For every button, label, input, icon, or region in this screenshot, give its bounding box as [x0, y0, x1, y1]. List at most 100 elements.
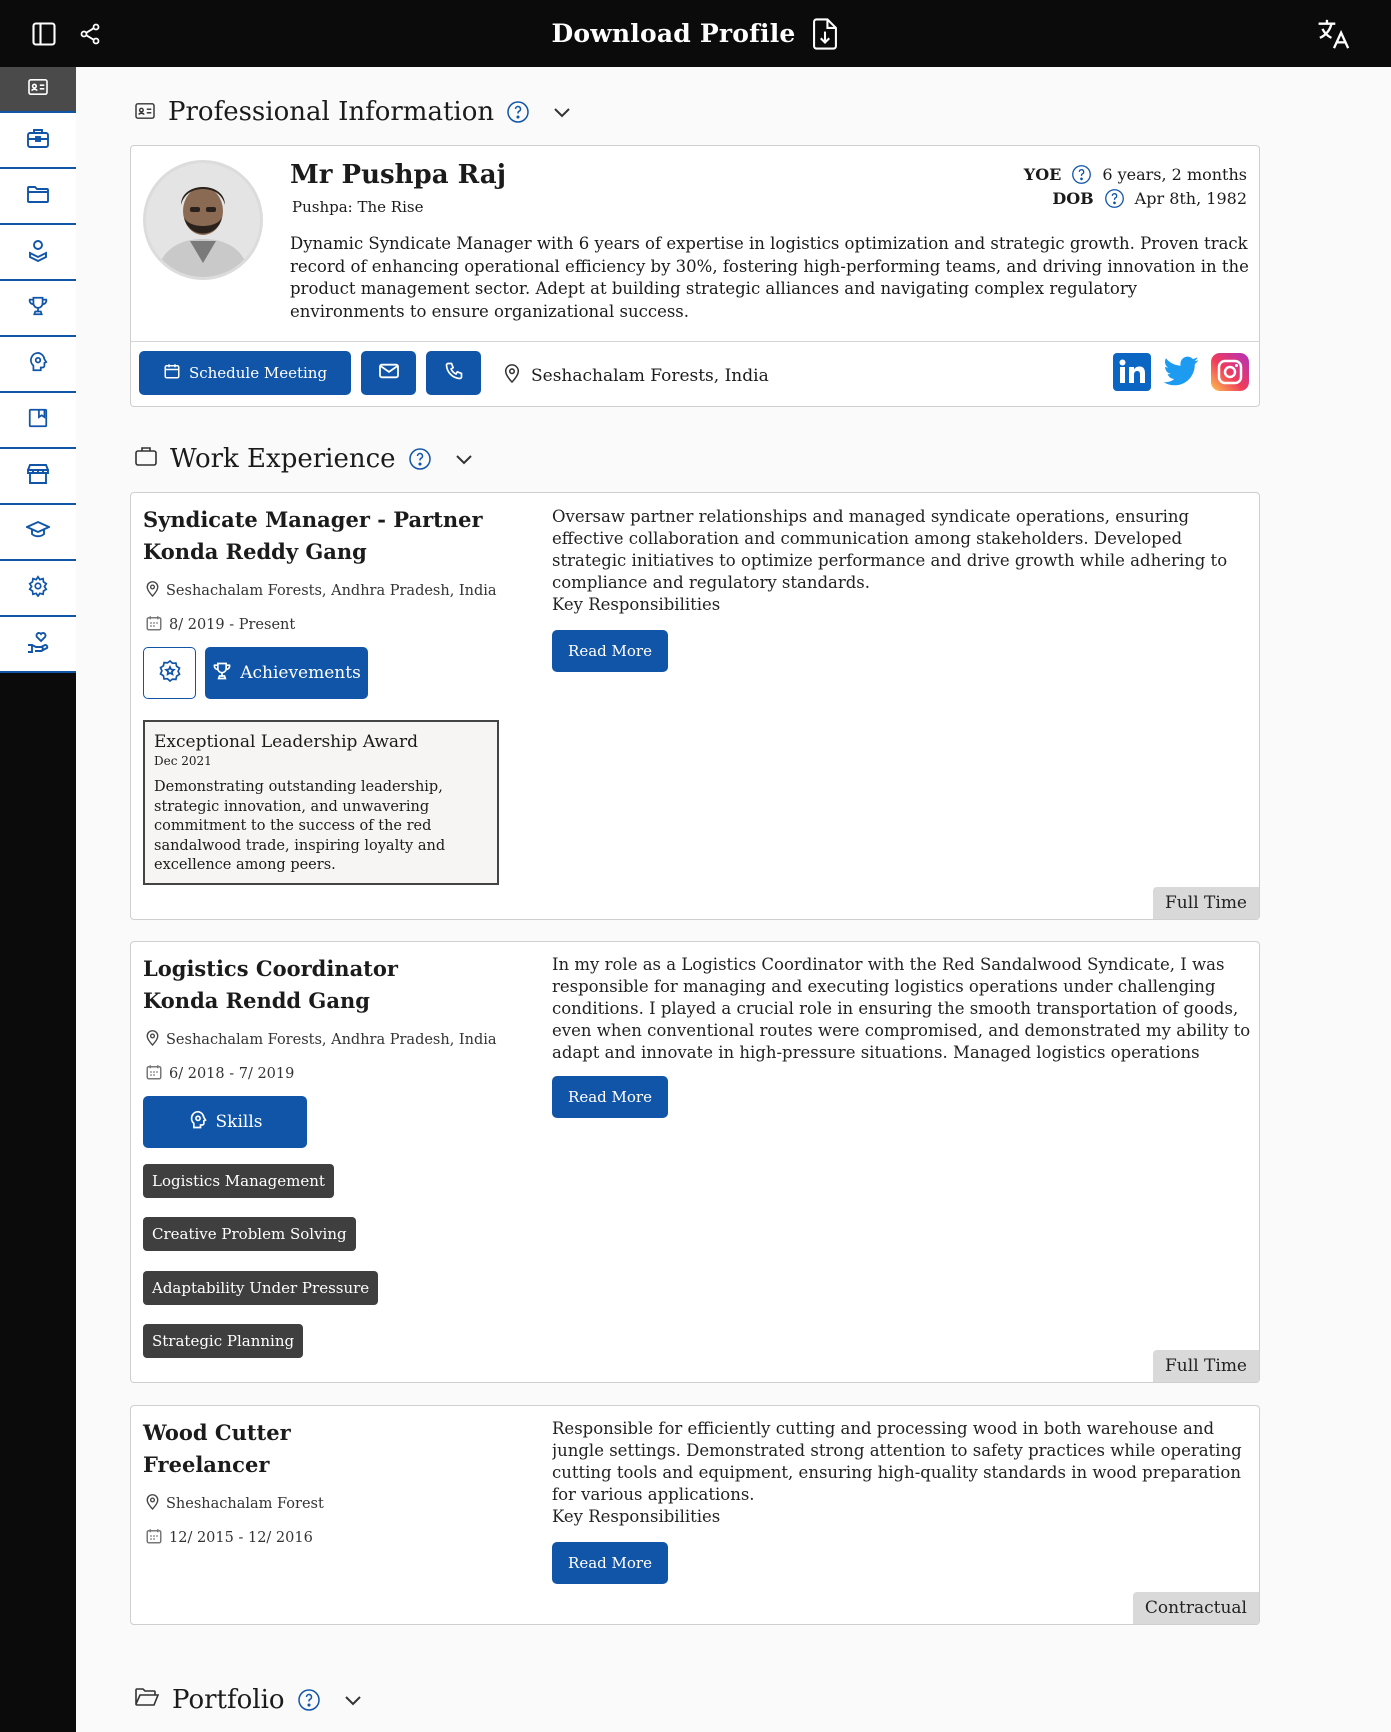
read-more-button[interactable]: Read More	[552, 630, 668, 672]
skills-button[interactable]: Skills	[143, 1096, 307, 1148]
job-location: Sheshachalam Forest	[145, 1492, 324, 1515]
profile-bio: Dynamic Syndicate Manager with 6 years o…	[290, 234, 1249, 321]
skill-chip: Logistics Management	[143, 1164, 334, 1198]
help-icon[interactable]	[297, 1688, 321, 1712]
schedule-meeting-label: Schedule Meeting	[188, 364, 328, 382]
sidebar-item-work[interactable]	[0, 113, 76, 169]
achievements-label: Achievements	[240, 663, 361, 683]
achievements-button[interactable]: Achievements	[205, 647, 368, 699]
calendar-icon	[145, 1527, 163, 1549]
sidebar-item-settings[interactable]	[0, 561, 76, 617]
sidebar-item-volunteering[interactable]	[0, 617, 76, 673]
location-pin-icon	[145, 1492, 160, 1515]
calendar-icon	[145, 1063, 163, 1085]
badge-user-icon	[27, 238, 49, 266]
skill-chip: Creative Problem Solving	[143, 1217, 356, 1251]
schedule-meeting-button[interactable]: Schedule Meeting	[139, 351, 351, 395]
linkedin-icon[interactable]	[1113, 353, 1151, 395]
award-text: Demonstrating outstanding leadership, st…	[154, 779, 446, 873]
chevron-down-icon[interactable]	[341, 1688, 365, 1712]
badge-button[interactable]	[143, 647, 196, 699]
job-role: Wood Cutter	[143, 1420, 291, 1445]
job-role: Syndicate Manager - Partner	[143, 507, 483, 532]
job-card: Wood Cutter Freelancer Sheshachalam Fore…	[130, 1405, 1260, 1625]
calendar-icon	[163, 362, 181, 384]
yoe-label: YOE	[1023, 164, 1062, 184]
sidebar-item-skills[interactable]	[0, 337, 76, 393]
help-icon[interactable]	[506, 100, 530, 124]
job-description: In my role as a Logistics Coordinator wi…	[552, 955, 1251, 1062]
sidebar-item-education[interactable]	[0, 505, 76, 561]
sidebar-item-achievements[interactable]	[0, 281, 76, 337]
trophy-icon	[27, 294, 49, 322]
sidebar-item-business[interactable]	[0, 449, 76, 505]
sidebar-item-certifications[interactable]	[0, 225, 76, 281]
chevron-down-icon[interactable]	[452, 447, 476, 471]
calendar-icon	[145, 614, 163, 636]
job-description: Responsible for efficiently cutting and …	[552, 1419, 1242, 1526]
job-dates-text: 12/ 2015 - 12/ 2016	[169, 1530, 313, 1546]
job-dates: 6/ 2018 - 7/ 2019	[145, 1063, 294, 1085]
translate-icon[interactable]	[1314, 16, 1354, 52]
portfolio-heading: Portfolio	[134, 1685, 365, 1715]
job-card: Logistics Coordinator Konda Rendd Gang S…	[130, 941, 1260, 1383]
sidebar	[0, 67, 76, 1732]
phone-icon	[444, 361, 464, 385]
profile-location: Seshachalam Forests, India	[503, 362, 769, 389]
job-company: Konda Reddy Gang	[143, 539, 367, 564]
id-card-icon	[134, 97, 156, 127]
sidebar-item-publications[interactable]	[0, 393, 76, 449]
brain-icon	[188, 1110, 208, 1135]
location-pin-icon	[145, 1028, 160, 1051]
profile-meta: YOE 6 years, 2 months DOB Apr 8th, 1982	[1024, 162, 1247, 210]
location-text: Seshachalam Forests, India	[531, 365, 769, 386]
award-title: Exceptional Leadership Award	[154, 732, 419, 752]
download-profile-button[interactable]: Download Profile	[0, 0, 1391, 67]
job-role: Logistics Coordinator	[143, 956, 398, 981]
read-more-button[interactable]: Read More	[552, 1542, 668, 1584]
job-dates: 12/ 2015 - 12/ 2016	[145, 1527, 313, 1549]
email-button[interactable]	[361, 351, 416, 395]
gear-icon	[27, 575, 49, 601]
job-dates-text: 8/ 2019 - Present	[169, 617, 296, 633]
divider	[131, 341, 1259, 342]
job-company: Konda Rendd Gang	[143, 988, 370, 1013]
top-bar: Download Profile	[0, 0, 1391, 67]
twitter-icon[interactable]	[1161, 353, 1201, 395]
phone-button[interactable]	[426, 351, 481, 395]
sidebar-item-portfolio[interactable]	[0, 169, 76, 225]
profile-actions: Schedule Meeting	[139, 351, 481, 395]
job-dates: 8/ 2019 - Present	[145, 614, 295, 636]
help-icon[interactable]	[1104, 188, 1125, 209]
job-location-text: Sheshachalam Forest	[166, 1495, 324, 1512]
skills-label: Skills	[215, 1112, 263, 1132]
avatar	[143, 160, 263, 280]
star-badge-icon	[158, 659, 182, 687]
job-card: Syndicate Manager - Partner Konda Reddy …	[130, 492, 1260, 920]
folder-open-icon	[134, 1685, 160, 1715]
job-location-text: Seshachalam Forests, Andhra Pradesh, Ind…	[166, 1031, 497, 1048]
employment-type-badge: Contractual	[1132, 1592, 1259, 1624]
dob-label: DOB	[1052, 188, 1094, 208]
chevron-down-icon[interactable]	[550, 100, 574, 124]
store-icon	[26, 463, 50, 489]
award-card: Exceptional Leadership Award Dec 2021 De…	[143, 720, 499, 885]
read-more-button[interactable]: Read More	[552, 1076, 668, 1118]
briefcase-icon	[134, 444, 158, 474]
work-experience-heading: Work Experience	[134, 444, 476, 474]
job-description: Oversaw partner relationships and manage…	[552, 507, 1228, 614]
professional-info-heading: Professional Information	[134, 97, 574, 127]
help-icon[interactable]	[408, 447, 432, 471]
profile-alias: Pushpa: The Rise	[292, 198, 424, 216]
job-location-text: Seshachalam Forests, Andhra Pradesh, Ind…	[166, 582, 497, 599]
location-pin-icon	[503, 362, 521, 389]
trophy-icon	[212, 661, 232, 686]
help-icon[interactable]	[1071, 164, 1092, 185]
profile-name: Mr Pushpa Raj	[290, 160, 507, 190]
employment-type-badge: Full Time	[1153, 1350, 1259, 1382]
skill-chip: Adaptability Under Pressure	[143, 1271, 379, 1305]
sidebar-item-professional[interactable]	[0, 67, 76, 113]
instagram-icon[interactable]	[1211, 353, 1249, 395]
employment-type-badge: Full Time	[1153, 887, 1259, 919]
profile-card: Mr Pushpa Raj Pushpa: The Rise YOE 6 yea…	[130, 145, 1260, 407]
